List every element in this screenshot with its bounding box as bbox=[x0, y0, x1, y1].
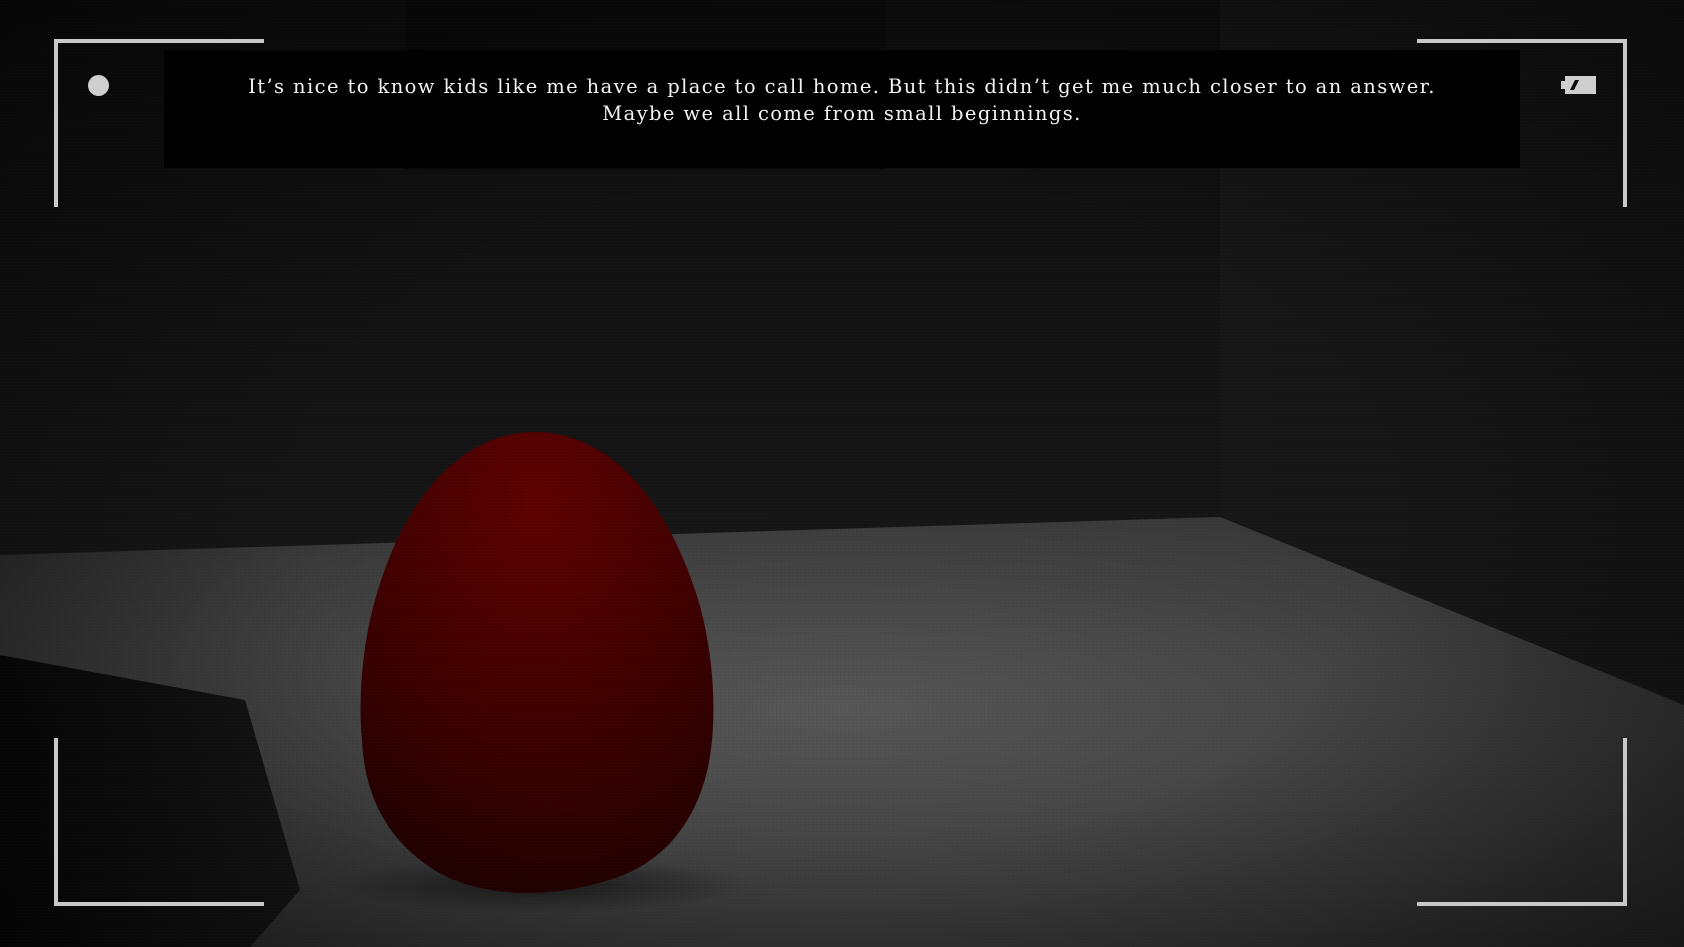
subtitle-box: It’s nice to know kids like me have a pl… bbox=[164, 50, 1520, 168]
camera-frame-corner-top-left bbox=[54, 39, 264, 207]
camera-frame-corner-bottom-left bbox=[54, 738, 264, 906]
camera-frame-corner-top-right bbox=[1417, 39, 1627, 207]
record-dot-icon bbox=[88, 75, 109, 96]
game-viewport: It’s nice to know kids like me have a pl… bbox=[0, 0, 1684, 947]
subtitle-text: It’s nice to know kids like me have a pl… bbox=[248, 75, 1436, 125]
camera-frame-corner-bottom-right bbox=[1417, 738, 1627, 906]
battery-icon bbox=[1561, 76, 1596, 94]
